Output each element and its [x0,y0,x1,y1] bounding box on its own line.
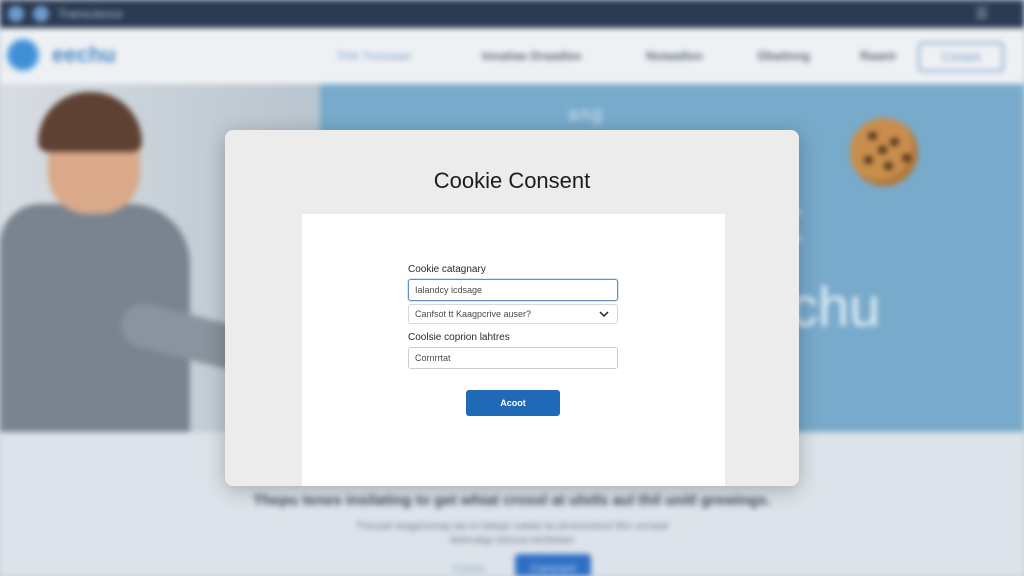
header-cta-button[interactable]: Cnnant [918,42,1004,72]
select-value: Canfsot tt Kaagpcrive auser? [415,309,532,319]
cookie-description-label: Coolsie coprion lahtres [408,332,510,343]
menu-icon[interactable]: ☰ [975,5,988,22]
hero-text-small: ang [568,104,605,124]
chevron-down-icon [599,311,609,318]
nav-item-5[interactable]: Raaeir [860,49,897,63]
section-subtitle: Thanaat taagpinstrag taa ta tiatagn nata… [0,520,1024,548]
nav-item-2[interactable]: Innatiae Draadiee [482,49,581,63]
browser-title-bar: Transcience ☰ [0,0,1024,28]
browser-back-icon[interactable] [8,6,24,22]
section-subtitle-line-2: dtahnatgs tainssa tainfataan [449,535,575,546]
browser-title: Transcience [58,7,123,21]
nav-item-3[interactable]: Nsiaadien [646,49,703,63]
nav-item-4[interactable]: Dbaitnng [758,49,810,63]
site-logo[interactable]: eechu [52,42,116,68]
cookie-description-input[interactable] [408,347,618,369]
cookie-icon [850,118,918,186]
logo-icon [6,38,40,72]
cookie-consent-modal: Cookie Consent Cookie catagnary Canfsot … [225,130,799,486]
cookie-category-input[interactable] [408,279,618,301]
cookie-preference-select[interactable]: Canfsot tt Kaagpcrive auser? [408,304,618,324]
section-primary-button[interactable]: Cansrant [515,554,591,576]
site-header: eechu Thtt Tnnsaan Innatiae Draadiee Nsi… [0,28,1024,84]
modal-form-panel: Cookie catagnary Canfsot tt Kaagpcrive a… [302,214,725,486]
section-subtitle-line-1: Thanaat taagpinstrag taa ta tiatagn nata… [355,521,669,532]
nav-item-1[interactable]: Thtt Tnnsaan [336,49,411,63]
section-secondary-button[interactable]: Caneo [436,556,502,576]
accept-button[interactable]: Acoot [466,390,560,416]
cookie-category-label: Cookie catagnary [408,264,486,275]
browser-forward-icon[interactable] [33,6,49,22]
section-heading: Thepu tenes insilating to get whiat cros… [253,492,771,509]
modal-title: Cookie Consent [433,168,591,193]
hero-brand-text: chu [790,275,881,338]
